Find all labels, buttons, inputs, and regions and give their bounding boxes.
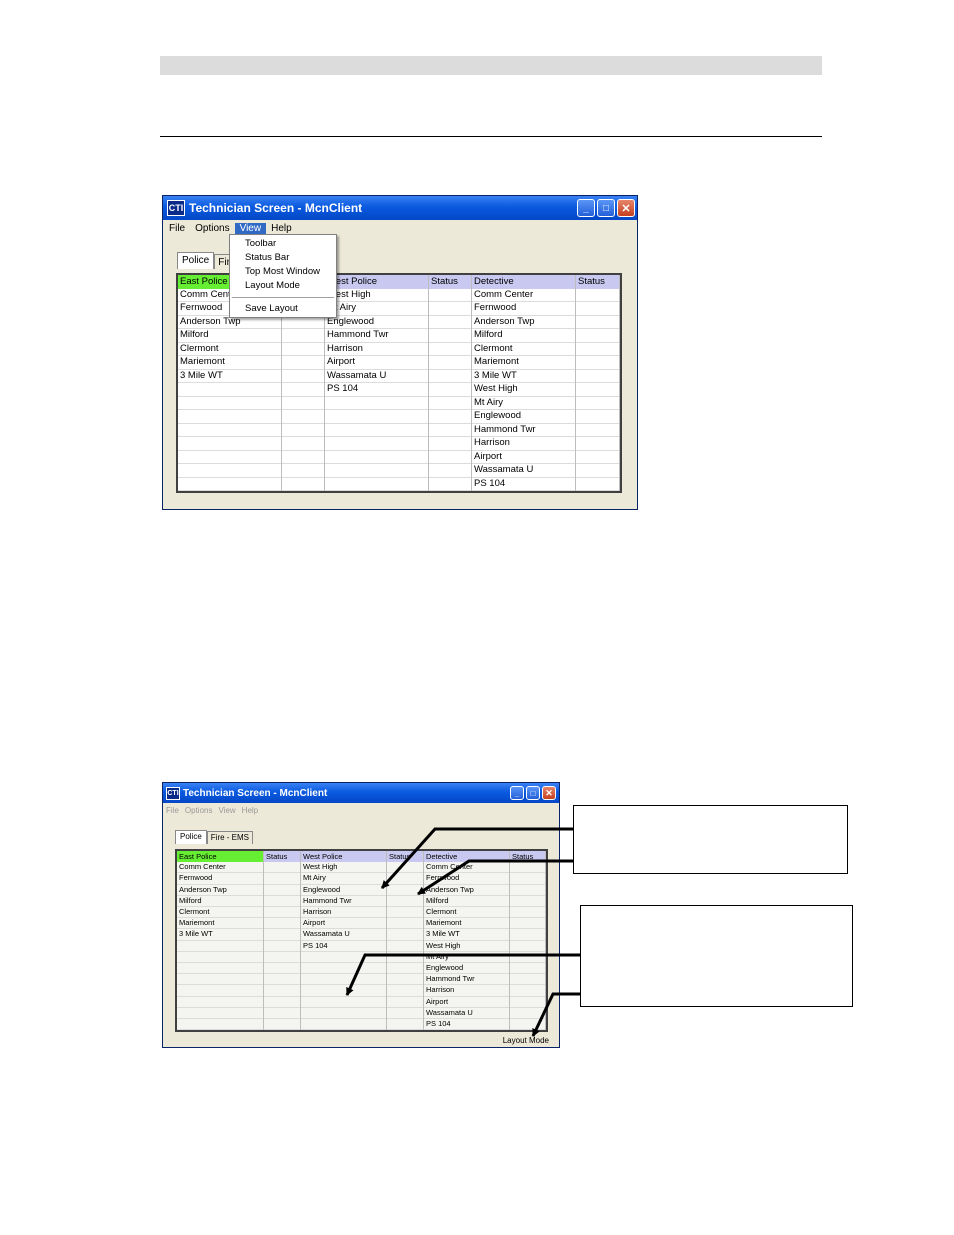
- arrow-to-empty-cells: [345, 953, 580, 996]
- arrow-to-detective: [417, 859, 573, 896]
- arrow-to-status-bar: [531, 992, 580, 1037]
- arrow-to-west-police: [380, 827, 573, 890]
- callout-arrows: [345, 827, 580, 1037]
